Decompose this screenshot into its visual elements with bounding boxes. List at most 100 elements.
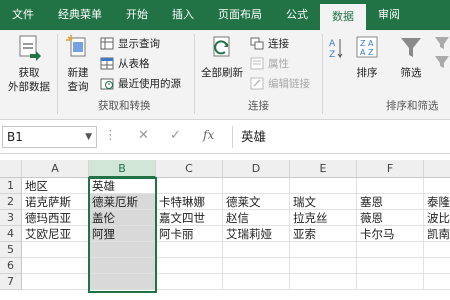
row-header-1[interactable]: 1 (0, 178, 22, 194)
cell-e6[interactable] (290, 258, 357, 274)
show-query-button[interactable]: 显示查询 (100, 34, 160, 52)
row-header-7[interactable]: 7 (0, 274, 22, 290)
cell-b1[interactable]: 英雄 (89, 178, 156, 194)
cell-c2[interactable]: 卡特琳娜 (156, 194, 223, 210)
cell-a6[interactable] (22, 258, 89, 274)
cell-b6[interactable] (89, 258, 156, 274)
cell-f2[interactable]: 塞恩 (357, 194, 424, 210)
cell-a4[interactable]: 艾欧尼亚 (22, 226, 89, 242)
column-header-g[interactable]: G (424, 160, 450, 178)
cell-b3[interactable]: 盖伦 (89, 210, 156, 226)
tab-formulas[interactable]: 公式 (274, 0, 320, 30)
cell-d6[interactable] (223, 258, 290, 274)
cell-a2[interactable]: 诺克萨斯 (22, 194, 89, 210)
edit-links-button[interactable]: 编辑链接 (250, 74, 310, 92)
name-box[interactable]: B1 ▼ (2, 126, 97, 148)
cell-e3[interactable]: 拉克丝 (290, 210, 357, 226)
row-header-6[interactable]: 6 (0, 258, 22, 274)
cell-g4[interactable]: 凯南 (424, 226, 450, 242)
sort-az-icon: A Z (329, 39, 343, 60)
column-header-c[interactable]: C (156, 160, 223, 178)
cell-d1[interactable] (223, 178, 290, 194)
cell-g1[interactable] (424, 178, 450, 194)
cell-a3[interactable]: 德玛西亚 (22, 210, 89, 226)
recent-sources-button[interactable]: 最近使用的源 (100, 74, 181, 92)
tab-file[interactable]: 文件 (0, 0, 46, 30)
connections-label: 连接 (268, 37, 289, 50)
properties-button[interactable]: 属性 (250, 54, 289, 72)
cell-f6[interactable] (357, 258, 424, 274)
cell-c3[interactable]: 嘉文四世 (156, 210, 223, 226)
column-header-d[interactable]: D (223, 160, 290, 178)
new-query-button[interactable]: 新建 查询 (60, 34, 96, 94)
get-external-data-button[interactable]: 获取 外部数据 (4, 34, 54, 94)
cell-g6[interactable] (424, 258, 450, 274)
group-label-sort-filter: 排序和筛选 (386, 100, 439, 112)
cell-f1[interactable] (357, 178, 424, 194)
enter-icon[interactable]: ✓ (170, 128, 181, 143)
cell-b5[interactable] (89, 242, 156, 258)
cell-g5[interactable] (424, 242, 450, 258)
cell-c6[interactable] (156, 258, 223, 274)
cell-e7[interactable] (290, 274, 357, 290)
refresh-all-button[interactable]: 全部刷新 (198, 34, 246, 80)
chevron-down-icon[interactable]: ▼ (85, 127, 92, 147)
cell-e5[interactable] (290, 242, 357, 258)
cell-f3[interactable]: 薇恩 (357, 210, 424, 226)
worksheet-grid: ABCDEFG 1地区英雄 2诺克萨斯德莱厄斯卡特琳娜德莱文瑞文塞恩泰隆 3德玛西亚盖… (0, 160, 450, 300)
cell-e1[interactable] (290, 178, 357, 194)
row-header-2[interactable]: 2 (0, 194, 22, 210)
tab-classic-menu[interactable]: 经典菜单 (46, 0, 114, 30)
edit-links-icon (250, 77, 264, 89)
cell-d4[interactable]: 艾瑞莉娅 (223, 226, 290, 242)
cell-a7[interactable] (22, 274, 89, 290)
connections-button[interactable]: 连接 (250, 34, 289, 52)
formula-input[interactable]: 英雄 (232, 126, 450, 148)
cell-b7[interactable] (89, 274, 156, 290)
column-header-b[interactable]: B (89, 160, 156, 178)
tab-data[interactable]: 数据 (320, 4, 366, 30)
cell-c1[interactable] (156, 178, 223, 194)
advanced-filter-button[interactable] (432, 34, 450, 78)
cell-f7[interactable] (357, 274, 424, 290)
row-header-3[interactable]: 3 (0, 210, 22, 226)
ribbon-data: 获取 外部数据 新建 查询 显示查询 从表格 最近使用的源 获取和转换 全部刷新 (0, 30, 450, 120)
row-header-4[interactable]: 4 (0, 226, 22, 242)
cell-c5[interactable] (156, 242, 223, 258)
sort-az-button[interactable]: A Z (326, 36, 346, 66)
cancel-icon[interactable]: ✕ (138, 128, 149, 143)
tab-home[interactable]: 开始 (114, 0, 160, 30)
cell-d5[interactable] (223, 242, 290, 258)
row-header-5[interactable]: 5 (0, 242, 22, 258)
sort-button[interactable]: Z A A Z 排序 (350, 34, 384, 80)
cell-f4[interactable]: 卡尔马 (357, 226, 424, 242)
cell-b4[interactable]: 阿狸 (89, 226, 156, 242)
cell-g2[interactable]: 泰隆 (424, 194, 450, 210)
column-header-f[interactable]: F (357, 160, 424, 178)
tab-review[interactable]: 审阅 (366, 0, 412, 30)
tab-insert[interactable]: 插入 (160, 0, 206, 30)
column-header-a[interactable]: A (22, 160, 89, 178)
cell-a5[interactable] (22, 242, 89, 258)
cell-c4[interactable]: 阿卡丽 (156, 226, 223, 242)
cell-c7[interactable] (156, 274, 223, 290)
cell-e4[interactable]: 亚索 (290, 226, 357, 242)
cell-d3[interactable]: 赵信 (223, 210, 290, 226)
cell-d2[interactable]: 德莱文 (223, 194, 290, 210)
cell-a1[interactable]: 地区 (22, 178, 89, 194)
filter-button[interactable]: 筛选 (394, 34, 428, 80)
from-table-button[interactable]: 从表格 (100, 54, 150, 72)
tab-page-layout[interactable]: 页面布局 (206, 0, 274, 30)
cell-g3[interactable]: 波比 (424, 210, 450, 226)
select-all-corner[interactable] (0, 160, 22, 178)
cell-f5[interactable] (357, 242, 424, 258)
cell-b2[interactable]: 德莱厄斯 (89, 194, 156, 210)
cell-g7[interactable] (424, 274, 450, 290)
table-icon (100, 57, 114, 69)
recent-sources-icon (100, 78, 114, 89)
column-header-e[interactable]: E (290, 160, 357, 178)
cell-d7[interactable] (223, 274, 290, 290)
filter-label: 筛选 (400, 67, 422, 79)
insert-function-icon[interactable]: fx (203, 128, 214, 142)
cell-e2[interactable]: 瑞文 (290, 194, 357, 210)
